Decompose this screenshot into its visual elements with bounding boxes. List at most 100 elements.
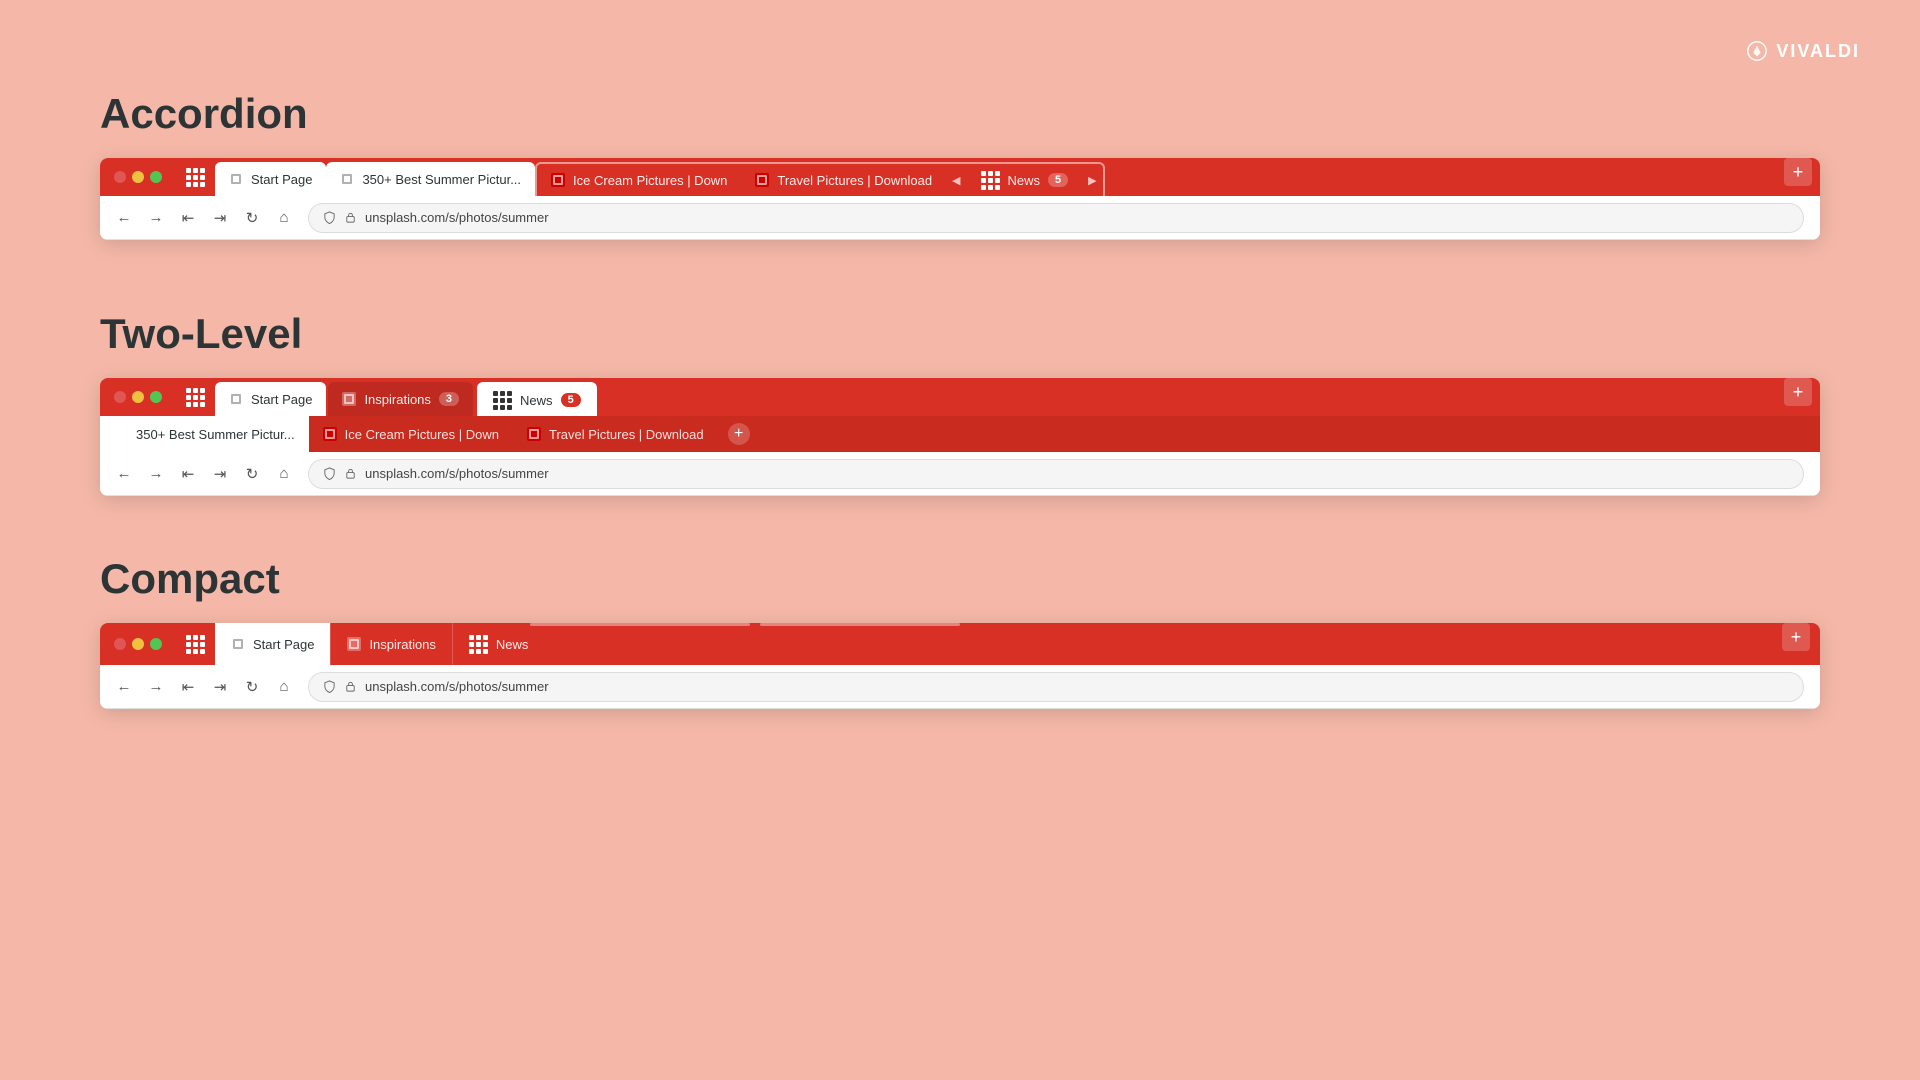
compact-reload-button[interactable]: ↻: [238, 673, 266, 701]
accordion-tab-news-count: 5: [1048, 173, 1068, 187]
add-sub-tab-icon[interactable]: +: [728, 423, 750, 445]
sub-icecream-favicon: [323, 427, 337, 441]
two-level-tab-news[interactable]: News 5: [477, 382, 597, 416]
compact-home-button[interactable]: ⌂: [270, 673, 298, 701]
accordion-tab-icecream[interactable]: Ice Cream Pictures | Down: [537, 164, 741, 196]
accordion-section: Accordion Start Page: [100, 90, 1820, 240]
two-level-sub-tab-bar: 350+ Best Summer Pictur... Ice Cream Pic…: [100, 416, 1820, 452]
vivaldi-icon: [1746, 40, 1768, 62]
close-dot-2[interactable]: [114, 391, 126, 403]
compact-tab-news[interactable]: News: [452, 623, 545, 665]
accordion-tab-summer[interactable]: 350+ Best Summer Pictur...: [326, 162, 535, 196]
maximize-dot-3[interactable]: [150, 638, 162, 650]
compact-browser: Start Page Inspirations News + ←: [100, 623, 1820, 709]
maximize-dot-2[interactable]: [150, 391, 162, 403]
two-level-sub-tab-travel[interactable]: Travel Pictures | Download: [513, 416, 718, 452]
compact-tab-news-label: News: [496, 637, 529, 652]
summer-favicon: [340, 172, 354, 186]
two-level-tab-start-label: Start Page: [251, 392, 312, 407]
two-level-tab-news-label: News: [520, 393, 553, 408]
compact-tab-start-label: Start Page: [253, 637, 314, 652]
accordion-heading: Accordion: [100, 90, 1820, 138]
two-level-sub-tab-icecream-label: Ice Cream Pictures | Down: [345, 427, 499, 442]
reload-button[interactable]: ↻: [238, 204, 266, 232]
vivaldi-logo: VIVALDI: [1746, 40, 1860, 62]
close-dot[interactable]: [114, 171, 126, 183]
app-menu-icon[interactable]: [176, 158, 215, 196]
accordion-window-controls: [100, 158, 176, 196]
compact-tab-inspirations[interactable]: Inspirations: [330, 623, 451, 665]
compact-grid-icon: [186, 635, 205, 654]
two-level-top-tab-bar: Start Page Inspirations 3 News 5 +: [100, 378, 1820, 416]
accordion-add-tab[interactable]: +: [1784, 158, 1812, 186]
two-level-reload-button[interactable]: ↻: [238, 460, 266, 488]
two-level-home-button[interactable]: ⌂: [270, 460, 298, 488]
minimize-dot-2[interactable]: [132, 391, 144, 403]
forward-button[interactable]: →: [142, 204, 170, 232]
accordion-url-bar[interactable]: unsplash.com/s/photos/summer: [308, 203, 1804, 233]
compact-news-grid-icon: [469, 635, 488, 654]
accordion-tab-start[interactable]: Start Page: [215, 162, 326, 196]
close-dot-3[interactable]: [114, 638, 126, 650]
back-button[interactable]: ←: [110, 204, 138, 232]
travel-favicon: [755, 173, 769, 187]
sub-summer-favicon: [114, 427, 128, 441]
compact-inspirations-favicon: [347, 637, 361, 651]
two-level-tab-inspirations[interactable]: Inspirations 3: [328, 382, 473, 416]
accordion-tab-news[interactable]: News 5: [967, 164, 1083, 196]
lock-icon: [344, 211, 357, 224]
two-level-add-sub-tab[interactable]: +: [718, 416, 760, 452]
compact-app-menu[interactable]: [176, 623, 215, 665]
accordion-tab-start-label: Start Page: [251, 172, 312, 187]
compact-section: Compact Start Page: [100, 555, 1820, 709]
sub-travel-favicon: [527, 427, 541, 441]
accordion-tab-travel[interactable]: Travel Pictures | Download: [741, 164, 946, 196]
fast-forward-button[interactable]: ⇥: [206, 204, 234, 232]
inspirations-stack-indicator: [530, 623, 750, 626]
inspirations-favicon: [342, 392, 356, 406]
accordion-tab-summer-label: 350+ Best Summer Pictur...: [362, 172, 521, 187]
compact-heading: Compact: [100, 555, 1820, 603]
two-level-shield-icon: [323, 467, 336, 480]
minimize-dot-3[interactable]: [132, 638, 144, 650]
home-button[interactable]: ⌂: [270, 204, 298, 232]
compact-shield-icon: [323, 680, 336, 693]
two-level-lock-icon: [344, 467, 357, 480]
two-level-app-menu[interactable]: [176, 378, 215, 416]
two-level-sub-tab-icecream[interactable]: Ice Cream Pictures | Down: [309, 416, 513, 452]
accordion-collapse-chevron[interactable]: ◀: [946, 164, 966, 196]
two-level-sub-tab-summer[interactable]: 350+ Best Summer Pictur...: [100, 416, 309, 452]
minimize-dot[interactable]: [132, 171, 144, 183]
compact-forward-button[interactable]: →: [142, 673, 170, 701]
accordion-nav-bar: ← → ⇤ ⇥ ↻ ⌂ unsplash.com/s/photos/summer: [100, 196, 1820, 240]
compact-tab-inspirations-label: Inspirations: [369, 637, 435, 652]
accordion-tab-news-label: News: [1008, 173, 1041, 188]
two-level-section: Two-Level Start Page: [100, 310, 1820, 496]
compact-fast-back-button[interactable]: ⇤: [174, 673, 202, 701]
compact-fast-forward-button[interactable]: ⇥: [206, 673, 234, 701]
compact-back-button[interactable]: ←: [110, 673, 138, 701]
maximize-dot[interactable]: [150, 171, 162, 183]
two-level-fast-back-button[interactable]: ⇤: [174, 460, 202, 488]
vivaldi-logo-text: VIVALDI: [1776, 41, 1860, 62]
compact-tab-start[interactable]: Start Page: [215, 623, 330, 665]
two-level-nav-bar: ← → ⇤ ⇥ ↻ ⌂ unsplash.com/s/photos/summer: [100, 452, 1820, 496]
compact-add-tab[interactable]: +: [1782, 623, 1810, 651]
two-level-tab-start[interactable]: Start Page: [215, 382, 326, 416]
two-level-grid-icon: [186, 388, 205, 407]
two-level-url-bar[interactable]: unsplash.com/s/photos/summer: [308, 459, 1804, 489]
accordion-tab-icecream-label: Ice Cream Pictures | Down: [573, 173, 727, 188]
two-level-heading: Two-Level: [100, 310, 1820, 358]
two-level-add-tab[interactable]: +: [1784, 378, 1812, 406]
news-stack-indicator: [760, 623, 960, 626]
two-level-back-button[interactable]: ←: [110, 460, 138, 488]
two-level-news-grid-icon: [493, 391, 512, 410]
two-level-inspirations-count: 3: [439, 392, 459, 406]
accordion-url-text: unsplash.com/s/photos/summer: [365, 210, 549, 225]
two-level-fast-forward-button[interactable]: ⇥: [206, 460, 234, 488]
accordion-expand-chevron[interactable]: ▶: [1082, 164, 1102, 196]
two-level-forward-button[interactable]: →: [142, 460, 170, 488]
accordion-stack-group: Ice Cream Pictures | Down Travel Picture…: [535, 162, 1105, 196]
compact-url-bar[interactable]: unsplash.com/s/photos/summer: [308, 672, 1804, 702]
fast-back-button[interactable]: ⇤: [174, 204, 202, 232]
